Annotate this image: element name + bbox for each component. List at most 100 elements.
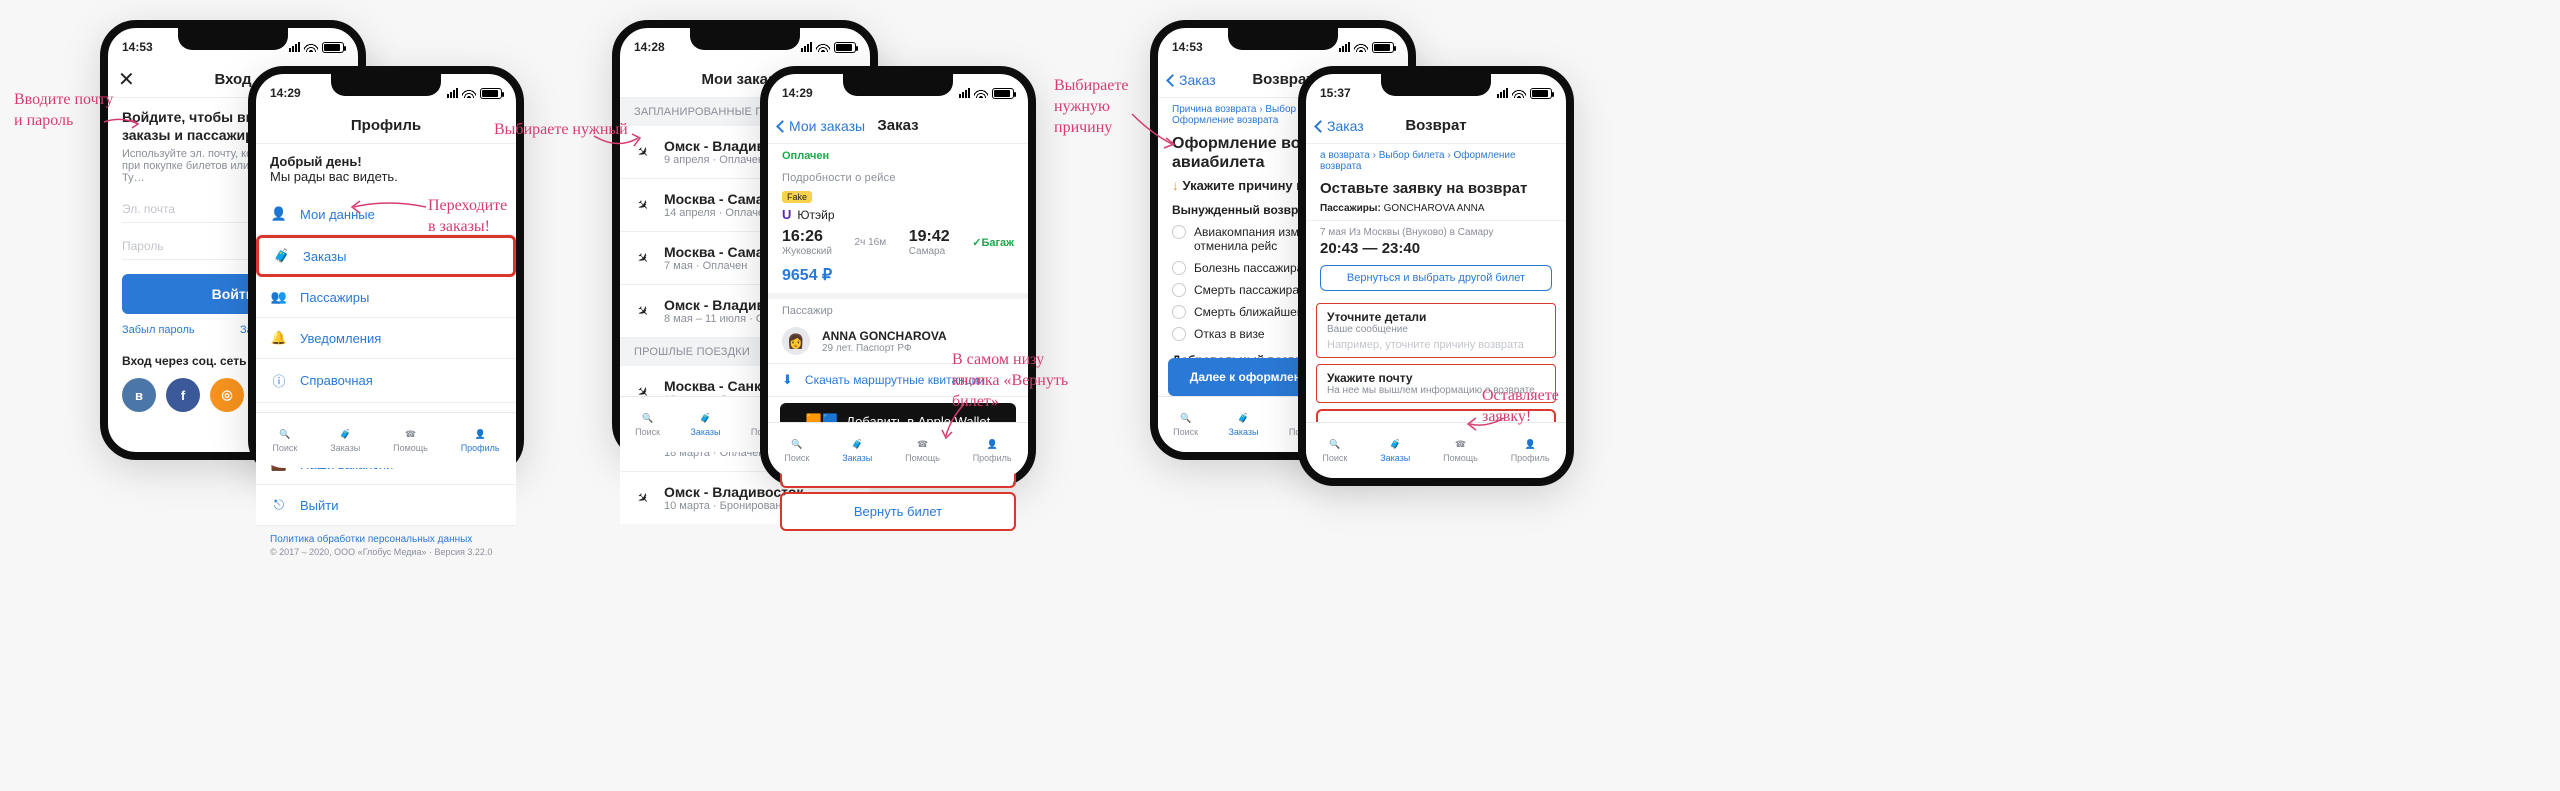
order-status: Оплачен — [768, 144, 1028, 168]
status-time: 14:53 — [122, 40, 153, 54]
pax-label: Пассажиры: — [1320, 203, 1381, 214]
menu-orders[interactable]: 🧳 Заказы — [256, 235, 516, 277]
arrow-icon — [102, 114, 142, 134]
tab-help[interactable]: ☎Помощь — [393, 429, 428, 453]
navbar-title: Заказ — [877, 117, 918, 134]
pax-hdr: Пассажир — [768, 299, 1028, 319]
user-icon: 👤 — [987, 439, 998, 450]
briefcase-icon: 🧳 — [340, 429, 351, 440]
plane-icon: ✈ — [631, 193, 656, 218]
refund-hl: Вернуть билет — [780, 492, 1016, 531]
choose-other-button[interactable]: Вернуться и выбрать другой билет — [1320, 265, 1552, 291]
menu-help[interactable]: ⓘ Справочная — [256, 359, 516, 403]
briefcase-icon: 🧳 — [273, 248, 291, 264]
people-icon: 👥 — [270, 289, 288, 305]
menu-notifications[interactable]: 🔔 Уведомления — [256, 318, 516, 359]
chevron-left-icon — [1316, 118, 1325, 134]
tab-profile[interactable]: 👤Профиль — [1511, 439, 1550, 463]
tab-search[interactable]: 🔍Поиск — [272, 429, 297, 453]
phone-icon: ☎ — [1455, 439, 1466, 450]
avatar: 👩 — [782, 327, 810, 355]
details-field[interactable]: Уточните детали Ваше сообщение Например,… — [1316, 303, 1556, 358]
briefcase-icon: 🧳 — [700, 413, 711, 424]
tab-orders[interactable]: 🧳Заказы — [1228, 413, 1258, 437]
tab-orders[interactable]: 🧳Заказы — [1380, 439, 1410, 463]
back-button[interactable]: Заказ — [1168, 72, 1216, 88]
tab-search[interactable]: 🔍Поиск — [635, 413, 660, 437]
back-button[interactable]: Заказ — [1316, 118, 1364, 134]
status-time: 14:29 — [782, 86, 813, 100]
user-icon: 👤 — [1525, 439, 1536, 450]
arrow-icon — [940, 400, 970, 440]
tab-help[interactable]: ☎Помощь — [905, 439, 940, 463]
facebook-icon[interactable]: f — [166, 378, 200, 412]
leg-times: 20:43 — 23:40 — [1320, 240, 1552, 257]
briefcase-icon: 🧳 — [1390, 439, 1401, 450]
phone-order-detail: 14:29 Мои заказы Заказ Оплачен Подробнос… — [760, 66, 1036, 486]
tabbar: 🔍Поиск 🧳Заказы ☎Помощь 👤Профиль — [256, 412, 516, 468]
breadcrumb: а возврата › Выбор билета › Оформление в… — [1306, 144, 1566, 178]
chevron-left-icon — [778, 118, 787, 134]
plane-icon: ✈ — [631, 299, 656, 324]
tab-orders[interactable]: 🧳Заказы — [690, 413, 720, 437]
arr-city: Самара — [909, 246, 950, 257]
airline-logo-icon: U — [782, 207, 791, 222]
annotation-reason: Выбираете нужную причину — [1054, 76, 1128, 138]
plane-icon: ✈ — [631, 246, 656, 271]
status-time: 14:29 — [270, 86, 301, 100]
plane-icon: ✈ — [631, 486, 656, 511]
forgot-password-link[interactable]: Забыл пароль — [122, 324, 195, 336]
phone-icon: ☎ — [917, 439, 928, 450]
tab-search[interactable]: 🔍Поиск — [784, 439, 809, 463]
navbar-profile: Профиль — [256, 108, 516, 144]
arr-time: 19:42 — [909, 228, 950, 246]
phone-icon: ☎ — [405, 429, 416, 440]
price: 9654 ₽ — [782, 265, 1014, 285]
phone-profile-front: 14:29 Профиль Добрый день! Мы рады вас в… — [248, 66, 524, 476]
navbar-title: Профиль — [351, 117, 421, 134]
refund-button[interactable]: Вернуть билет — [782, 494, 1014, 529]
tab-orders[interactable]: 🧳Заказы — [842, 439, 872, 463]
details-placeholder: Например, уточните причину возврата — [1327, 339, 1545, 351]
search-icon: 🔍 — [642, 413, 653, 424]
briefcase-icon: 🧳 — [1238, 413, 1249, 424]
baggage-badge: ✓Багаж — [972, 236, 1014, 249]
policy-link[interactable]: Политика обработки персональных данных — [256, 526, 516, 547]
vk-icon[interactable]: в — [122, 378, 156, 412]
exit-icon: ⎋ — [270, 497, 288, 513]
annotation-email: Вводите почту и пароль — [14, 90, 113, 132]
ok-icon[interactable]: ◎ — [210, 378, 244, 412]
navbar-title: Вход — [214, 71, 251, 88]
dep-city: Жуковский — [782, 246, 832, 257]
greeting-1: Добрый день! — [270, 154, 502, 169]
arrow-icon — [1466, 414, 1506, 434]
copyright: © 2017 – 2020, ООО «Глобус Медиа» · Верс… — [256, 547, 516, 565]
flight-details-hdr: Подробности о рейсе — [768, 168, 1028, 188]
dep-time: 16:26 — [782, 228, 832, 246]
tab-profile[interactable]: 👤Профиль — [461, 429, 500, 453]
back-button[interactable]: Мои заказы — [778, 118, 865, 134]
tab-profile[interactable]: 👤Профиль — [973, 439, 1012, 463]
status-time: 14:53 — [1172, 40, 1203, 54]
close-icon[interactable]: ✕ — [118, 67, 135, 92]
pax-sub: 29 лет. Паспорт РФ — [822, 343, 947, 354]
tab-orders[interactable]: 🧳Заказы — [330, 429, 360, 453]
panel-login: 14:53 ✕ Вход Войдите, чтобы видеть свои … — [100, 20, 560, 490]
arrow-down-icon: ↓ — [1172, 178, 1179, 193]
tab-help[interactable]: ☎Помощь — [1443, 439, 1478, 463]
arrow-icon — [592, 130, 642, 154]
tab-search[interactable]: 🔍Поиск — [1322, 439, 1347, 463]
bell-icon: 🔔 — [270, 330, 288, 346]
navbar-title: Возврат — [1405, 117, 1466, 134]
annotation-orders: Переходите в заказы! — [428, 196, 507, 238]
status-time: 14:28 — [634, 40, 665, 54]
info-icon: ⓘ — [270, 371, 288, 390]
greeting-2: Мы рады вас видеть. — [270, 169, 502, 184]
leg-desc: 7 мая Из Москвы (Внуково) в Самару — [1320, 227, 1552, 238]
arrow-icon — [348, 195, 428, 219]
tab-search[interactable]: 🔍Поиск — [1173, 413, 1198, 437]
arrow-icon — [1128, 110, 1178, 150]
menu-passengers[interactable]: 👥 Пассажиры — [256, 277, 516, 318]
menu-logout[interactable]: ⎋ Выйти — [256, 485, 516, 526]
download-icon: ⬇ — [782, 372, 793, 388]
